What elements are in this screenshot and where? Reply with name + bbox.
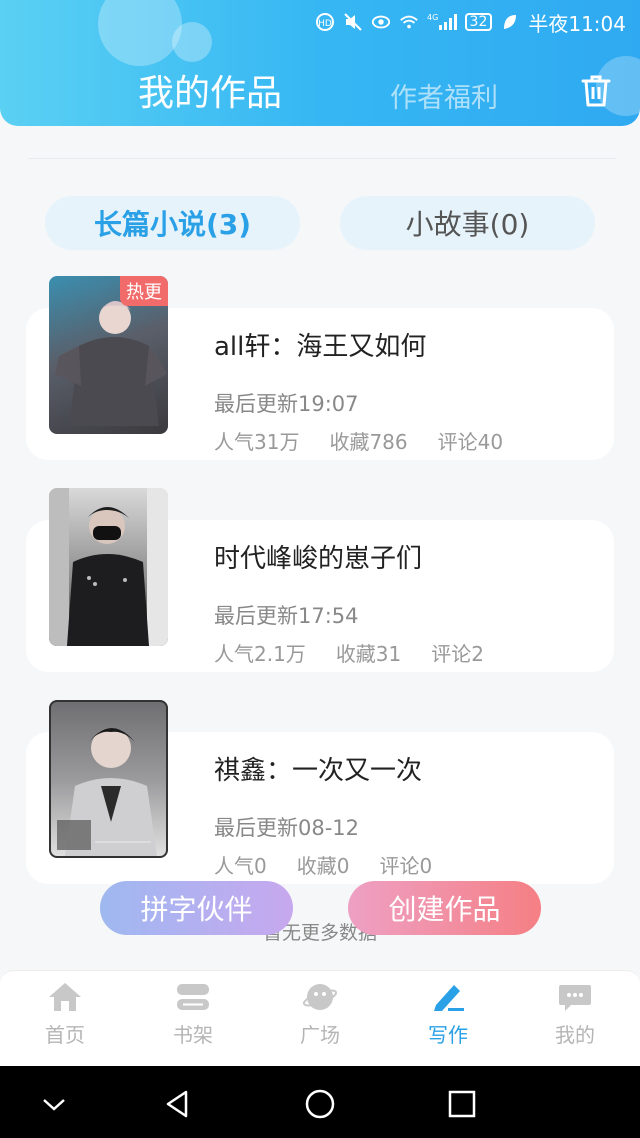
nav-item-me[interactable]: 我的: [520, 981, 630, 1048]
no-more-data-text: 暂无更多数据: [262, 922, 377, 944]
book-stats: 人气0 收藏0 评论0: [214, 850, 432, 879]
pen-icon: [434, 985, 464, 1011]
home-icon: [49, 983, 81, 1011]
book-popularity: 人气31万: [214, 430, 300, 454]
battery-level: 32: [464, 13, 493, 31]
nav-label: 首页: [45, 1023, 85, 1047]
nav-item-home[interactable]: 首页: [10, 981, 120, 1048]
planet-icon: [302, 984, 338, 1010]
trash-icon[interactable]: [580, 74, 612, 108]
tab-long-novels[interactable]: 长篇小说(3): [45, 196, 300, 250]
home-circle-icon[interactable]: [302, 1086, 338, 1122]
chat-icon: [559, 985, 591, 1011]
app-header: HD 4G 32 半夜11:04 我的作品 作者福利: [0, 0, 640, 126]
nav-label: 书架: [173, 1023, 213, 1047]
book-favorites: 收藏31: [335, 642, 402, 666]
status-time: 半夜11:04: [528, 11, 626, 36]
svg-text:HD: HD: [318, 19, 332, 29]
nav-item-plaza[interactable]: 广场: [265, 981, 375, 1048]
book-cover[interactable]: [49, 488, 168, 646]
nav-item-bookshelf[interactable]: 书架: [138, 981, 248, 1048]
hd-call-icon: HD: [315, 12, 335, 32]
book-stats: 人气2.1万 收藏31 评论2: [214, 638, 484, 667]
chevron-down-icon[interactable]: [36, 1086, 72, 1122]
book-last-updated: 最后更新19:07: [214, 392, 359, 416]
create-work-button[interactable]: 创建作品: [348, 881, 541, 935]
decor-bubble: [98, 0, 182, 66]
book-title[interactable]: 时代峰峻的崽子们: [214, 538, 422, 575]
tab-my-works[interactable]: 我的作品: [138, 64, 282, 116]
bottom-nav: 首页 书架 广场 写作 我的: [0, 970, 640, 1066]
system-nav-bar: [0, 1066, 640, 1138]
book-title[interactable]: all轩：海王又如何: [214, 326, 426, 363]
nav-item-write[interactable]: 写作: [393, 981, 503, 1048]
book-last-updated: 最后更新17:54: [214, 604, 359, 628]
book-popularity: 人气0: [214, 854, 267, 878]
book-favorites: 收藏0: [296, 854, 350, 878]
back-icon[interactable]: [160, 1086, 196, 1122]
nav-label: 广场: [300, 1023, 340, 1047]
book-stats: 人气31万 收藏786 评论40: [214, 426, 503, 455]
wifi-icon: [399, 12, 419, 32]
signal-icon: 4G: [427, 12, 457, 32]
book-popularity: 人气2.1万: [214, 642, 306, 666]
book-comments: 评论0: [379, 854, 433, 878]
nav-label: 我的: [555, 1023, 595, 1047]
writing-partner-button[interactable]: 拼字伙伴: [100, 881, 293, 935]
status-bar: HD 4G 32 半夜11:04: [315, 8, 626, 36]
decor-bubble: [172, 22, 212, 62]
divider: [28, 158, 616, 159]
book-cover[interactable]: 热更: [49, 276, 168, 434]
tab-short-stories[interactable]: 小故事(0): [340, 196, 595, 250]
hot-update-badge: 热更: [120, 276, 168, 306]
leaf-icon: [500, 12, 520, 32]
book-favorites: 收藏786: [329, 430, 408, 454]
book-last-updated: 最后更新08-12: [214, 816, 360, 840]
nav-label: 写作: [428, 1023, 468, 1047]
tab-author-benefits[interactable]: 作者福利: [390, 76, 498, 115]
book-comments: 评论40: [437, 430, 504, 454]
mute-icon: [343, 12, 363, 32]
book-cover[interactable]: [49, 700, 168, 858]
bookshelf-icon: [177, 984, 209, 1010]
eye-icon: [371, 12, 391, 32]
recent-apps-icon[interactable]: [444, 1086, 480, 1122]
book-comments: 评论2: [431, 642, 484, 666]
network-label: 4G: [427, 13, 438, 22]
book-title[interactable]: 祺鑫：一次又一次: [214, 750, 422, 787]
